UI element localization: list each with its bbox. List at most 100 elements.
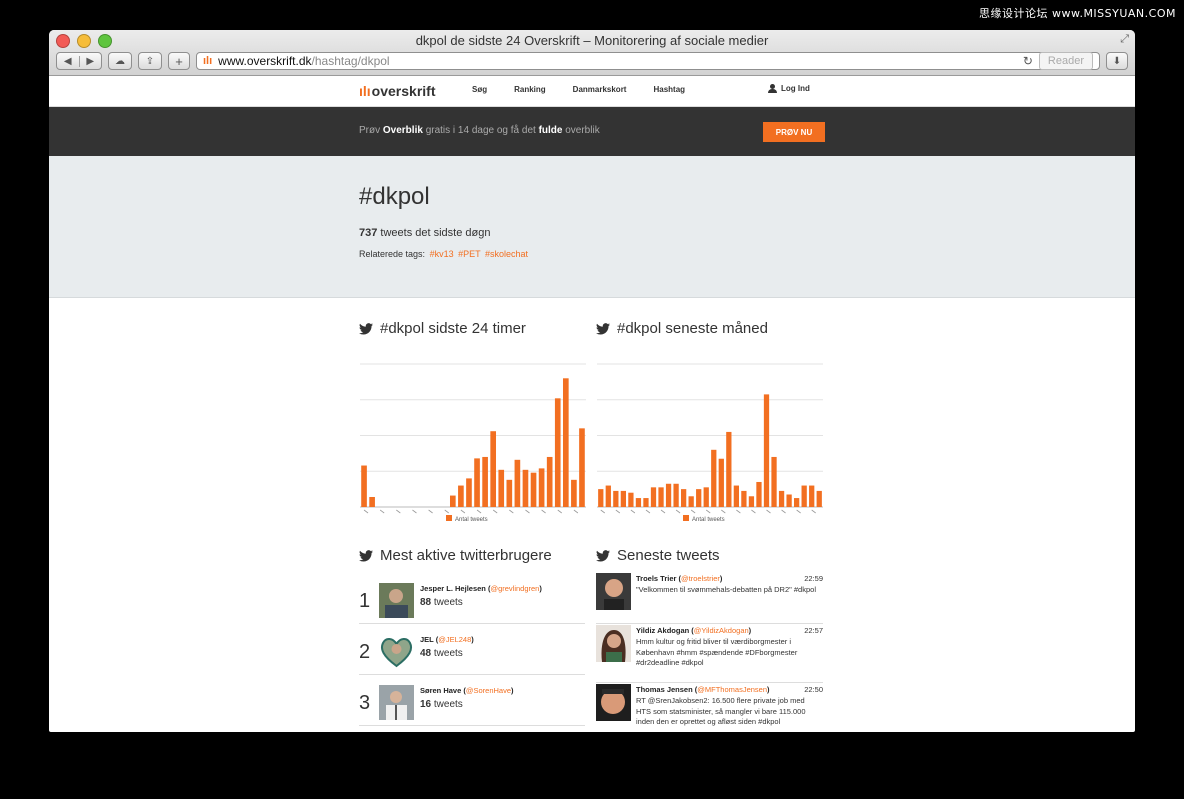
- reload-icon[interactable]: ↻: [1023, 54, 1033, 68]
- back-icon[interactable]: ◀: [57, 55, 80, 67]
- chart-bar: [490, 431, 497, 507]
- x-tick: [396, 509, 401, 514]
- x-tick: [675, 509, 681, 514]
- avatar[interactable]: [379, 685, 414, 720]
- related-tags: Relaterede tags: #kv13 #PET #skolechat: [359, 249, 528, 259]
- chart-bar: [546, 456, 553, 507]
- twitter-bird-icon: [596, 549, 610, 562]
- chart-bar: [635, 498, 642, 507]
- reader-button[interactable]: Reader: [1038, 52, 1093, 70]
- promo-text: Prøv Overblik gratis i 14 dage og få det…: [359, 125, 600, 136]
- avatar[interactable]: [379, 634, 414, 669]
- chart-bar: [620, 490, 627, 507]
- twitter-bird-icon: [359, 322, 373, 335]
- fullscreen-icon[interactable]: ⤢: [1120, 33, 1129, 46]
- new-tab-button[interactable]: +: [168, 52, 190, 70]
- user-name[interactable]: Jesper L. Hejlesen (@grevlindgren): [420, 584, 542, 593]
- login-label: Log Ind: [781, 84, 810, 93]
- x-tick: [492, 509, 498, 514]
- chart-bar: [361, 465, 367, 507]
- x-tick: [476, 509, 482, 514]
- list-item[interactable]: Troels Trier (@troelstrier) 22:59 "Velko…: [596, 573, 823, 624]
- downloads-button[interactable]: ⬇: [1106, 52, 1128, 70]
- legend-label: Antal tweets: [692, 517, 725, 523]
- nav-item-danmarkskort[interactable]: Danmarkskort: [573, 85, 627, 94]
- tweet-count: 737 tweets det sidste døgn: [359, 227, 491, 239]
- logo-text: overskrift: [371, 83, 436, 99]
- chart-bar: [748, 496, 755, 507]
- list-item[interactable]: 3 Søren Have (@SorenHave) 16 tweets: [359, 675, 585, 726]
- tweet-author[interactable]: Yildiz Akdogan (@YildizAkdogan): [636, 626, 751, 635]
- active-users-list: 1 Jesper L. Hejlesen (@grevlindgren) 88 …: [359, 573, 585, 726]
- tweet-time: 22:57: [804, 626, 823, 635]
- share-button[interactable]: ⇪: [138, 52, 162, 70]
- tweets-heading: Seneste tweets: [596, 547, 720, 564]
- user-name[interactable]: JEL (@JEL248): [420, 635, 474, 644]
- chart-legend: Antal tweets: [446, 515, 488, 523]
- nav-item-sog[interactable]: Søg: [472, 85, 487, 94]
- list-item[interactable]: Thomas Jensen (@MFThomasJensen) 22:50 RT…: [596, 684, 823, 732]
- chart-bar: [756, 481, 762, 507]
- x-tick: [428, 509, 433, 514]
- back-forward-buttons: ◀ ▶: [56, 52, 102, 70]
- avatar[interactable]: [596, 625, 631, 662]
- avatar[interactable]: [596, 573, 631, 610]
- x-tick: [751, 509, 756, 514]
- chart-24h-title: #dkpol sidste 24 timer: [380, 320, 526, 337]
- twitter-bird-icon: [359, 549, 373, 562]
- page-title: #dkpol: [359, 183, 430, 210]
- site-logo[interactable]: ılıoverskrift: [359, 83, 435, 99]
- chart-bar: [733, 485, 740, 507]
- x-tick: [721, 509, 726, 514]
- nav-item-hashtag[interactable]: Hashtag: [653, 85, 685, 94]
- chart-bar: [562, 378, 569, 507]
- chart-bar: [369, 496, 375, 507]
- legend-swatch: [446, 515, 452, 521]
- x-tick: [444, 509, 449, 514]
- chart-bar: [522, 469, 529, 507]
- legend-label: Antal tweets: [455, 517, 488, 523]
- related-tag-pet[interactable]: #PET: [458, 249, 480, 259]
- browser-window: dkpol de sidste 24 Overskrift – Monitore…: [49, 30, 1135, 732]
- forward-icon[interactable]: ▶: [80, 56, 102, 67]
- chart-bar: [598, 489, 604, 507]
- list-item[interactable]: Yildiz Akdogan (@YildizAkdogan) 22:57 Hm…: [596, 625, 823, 683]
- related-tag-skolechat[interactable]: #skolechat: [485, 249, 528, 259]
- nav-item-ranking[interactable]: Ranking: [514, 85, 546, 94]
- url-host: www.overskrift.dk: [218, 54, 312, 68]
- x-tick: [766, 509, 771, 514]
- legend-swatch: [683, 515, 689, 521]
- tweet-author[interactable]: Troels Trier (@troelstrier): [636, 574, 722, 583]
- list-item[interactable]: 1 Jesper L. Hejlesen (@grevlindgren) 88 …: [359, 573, 585, 624]
- avatar[interactable]: [596, 684, 631, 721]
- x-tick: [412, 509, 417, 514]
- tweets-title: Seneste tweets: [617, 547, 720, 564]
- url-path: /hashtag/dkpol: [311, 54, 390, 68]
- user-name[interactable]: Søren Have (@SorenHave): [420, 686, 514, 695]
- download-icon: ⬇: [1112, 55, 1122, 67]
- list-item[interactable]: 2 JEL (@JEL248) 48 tweets: [359, 624, 585, 675]
- chart-legend: Antal tweets: [683, 515, 725, 523]
- promo-banner: Prøv Overblik gratis i 14 dage og få det…: [49, 107, 1135, 156]
- chart-bar: [605, 485, 611, 507]
- chart-bar: [718, 458, 724, 507]
- user-rank: 3: [359, 692, 371, 714]
- tweet-author[interactable]: Thomas Jensen (@MFThomasJensen): [636, 685, 770, 694]
- tweet-text: RT @SrenJakobsen2: 16.500 flere private …: [636, 696, 806, 726]
- login-link[interactable]: Log Ind: [768, 84, 810, 93]
- x-tick: [690, 509, 696, 514]
- site-navbar: ılıoverskrift Søg Ranking Danmarkskort H…: [49, 76, 1135, 107]
- chart-bar: [741, 490, 747, 507]
- chart-bar: [613, 490, 619, 507]
- chart-bar: [650, 487, 657, 507]
- logo-bars-icon: ılı: [359, 83, 371, 99]
- chart-bar: [458, 485, 464, 507]
- try-now-button[interactable]: PRØV NU: [763, 122, 825, 142]
- chart-24h-svg: Antal tweets: [360, 363, 586, 523]
- address-bar[interactable]: ılı www.overskrift.dk/hashtag/dkpol ↻ Re…: [196, 52, 1100, 70]
- x-tick: [660, 509, 666, 514]
- chart-bar: [628, 492, 634, 507]
- related-tag-kv13[interactable]: #kv13: [430, 249, 454, 259]
- icloud-tabs-button[interactable]: ☁: [108, 52, 132, 70]
- avatar[interactable]: [379, 583, 414, 618]
